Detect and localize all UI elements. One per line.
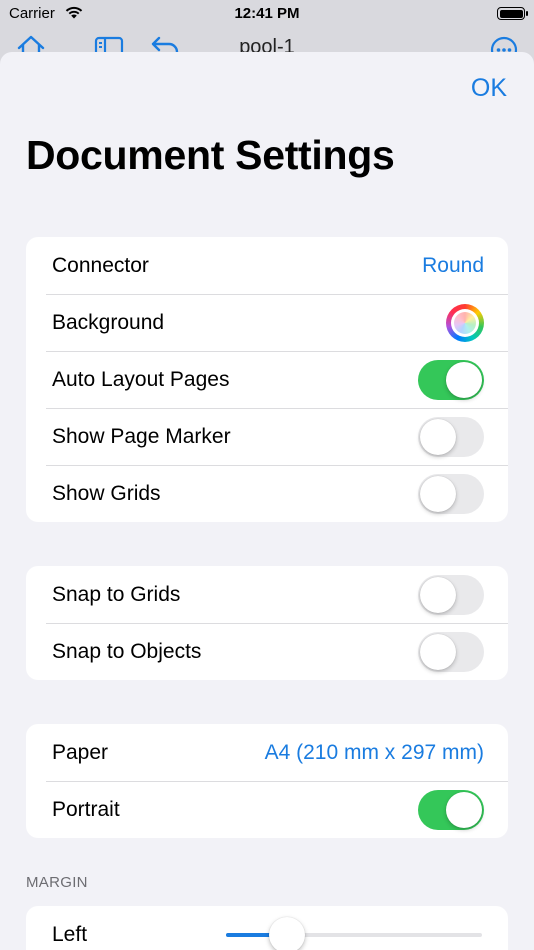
page-marker-label: Show Page Marker [52,424,231,448]
snap-settings-group: Snap to Grids Snap to Objects [26,566,508,680]
snap-objects-toggle[interactable] [418,631,484,672]
show-grids-row: Show Grids [26,465,508,522]
status-bar: Carrier 12:41 PM [0,0,534,30]
connector-value[interactable]: Round [422,254,484,278]
snap-objects-row: Snap to Objects [26,623,508,680]
snap-grids-label: Snap to Grids [52,582,181,606]
toggle-knob [420,633,456,670]
page-marker-row: Show Page Marker [26,408,508,465]
show-grids-toggle[interactable] [418,473,484,514]
toggle-knob [446,361,482,398]
settings-sheet: OK Document Settings Connector Round Bac… [0,52,534,950]
paper-label: Paper [52,740,109,764]
page-title: Document Settings [26,132,395,178]
toggle-knob [420,475,456,512]
toggle-knob [446,791,482,828]
clock: 12:41 PM [234,5,300,22]
background-row[interactable]: Background [26,294,508,351]
left-margin-slider[interactable] [226,915,482,950]
connector-label: Connector [52,253,149,277]
background-label: Background [52,310,165,334]
left-margin-label: Left [52,922,88,946]
auto-layout-toggle[interactable] [418,359,484,400]
paper-row[interactable]: Paper A4 (210 mm x 297 mm) [26,724,508,781]
display-settings-group: Connector Round Background Auto Layout P… [26,237,508,522]
connector-row[interactable]: Connector Round [26,237,508,294]
portrait-row: Portrait [26,781,508,838]
left-margin-row: Left [26,906,508,950]
margin-section-header: MARGIN [26,874,88,891]
toggle-knob [420,418,456,455]
portrait-label: Portrait [52,797,120,821]
ok-button[interactable]: OK [471,74,507,103]
portrait-toggle[interactable] [418,789,484,830]
snap-objects-label: Snap to Objects [52,639,202,663]
show-grids-label: Show Grids [52,481,161,505]
auto-layout-row: Auto Layout Pages [26,351,508,408]
auto-layout-label: Auto Layout Pages [52,367,230,391]
snap-grids-row: Snap to Grids [26,566,508,623]
toggle-knob [420,576,456,613]
paper-settings-group: Paper A4 (210 mm x 297 mm) Portrait [26,724,508,838]
slider-thumb[interactable] [269,916,306,950]
paper-value[interactable]: A4 (210 mm x 297 mm) [265,741,484,765]
color-picker-well[interactable] [446,303,484,342]
battery-icon [497,7,528,20]
snap-grids-toggle[interactable] [418,574,484,615]
margin-settings-group: Left [26,906,508,950]
page-marker-toggle[interactable] [418,416,484,457]
